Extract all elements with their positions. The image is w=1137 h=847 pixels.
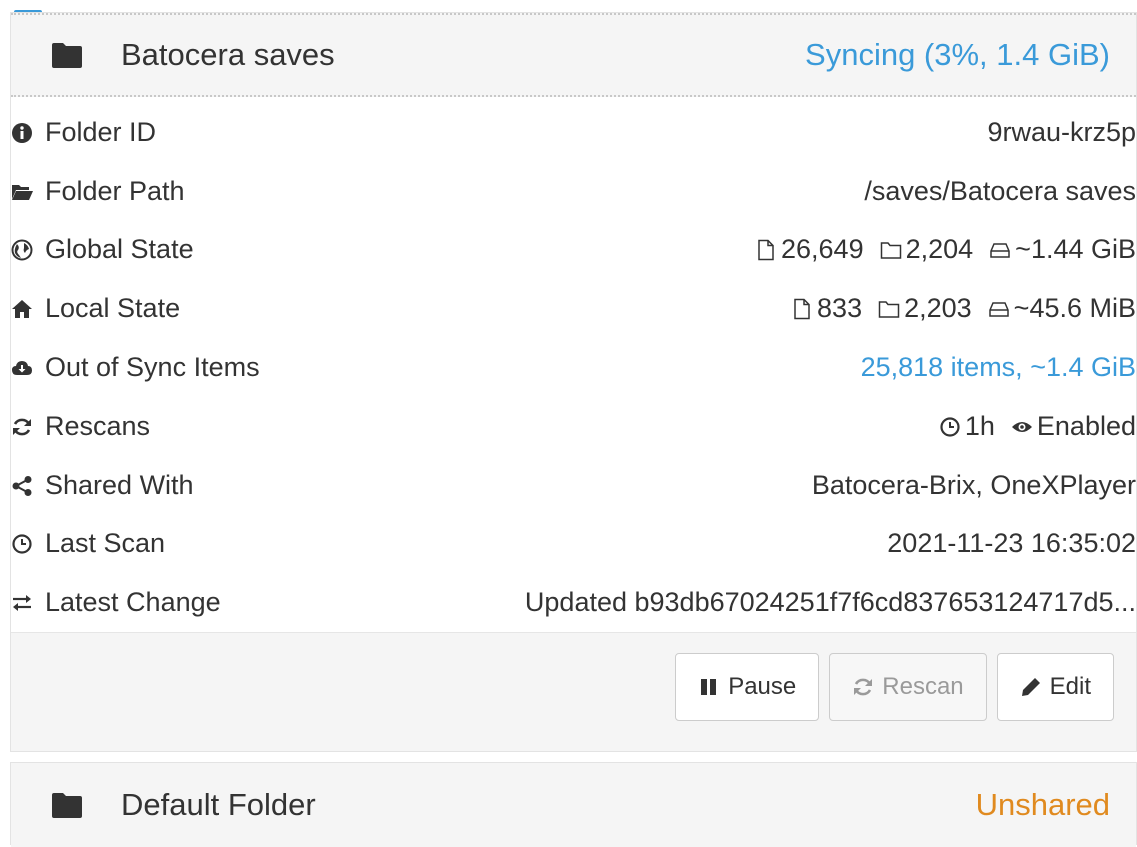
latest-change-value[interactable]: Updated b93db67024251f7f6cd837653124717d… bbox=[525, 587, 1136, 618]
folder-heading[interactable]: Batocera saves Syncing (3%, 1.4 GiB) bbox=[11, 13, 1136, 97]
folder-outline-icon bbox=[880, 242, 901, 260]
row-value: /saves/Batocera saves bbox=[864, 175, 1136, 206]
row-out-of-sync: Out of Sync Items 25,818 items, ~1.4 GiB bbox=[11, 338, 1136, 397]
cloud-download-icon bbox=[12, 361, 32, 376]
clock-icon bbox=[12, 534, 32, 555]
pencil-icon bbox=[1021, 678, 1040, 697]
folder-status: Syncing (3%, 1.4 GiB) bbox=[805, 37, 1110, 72]
refresh-icon bbox=[854, 678, 873, 696]
folder-panel-batocera-saves: Batocera saves Syncing (3%, 1.4 GiB) Fol… bbox=[10, 12, 1137, 752]
row-label: Folder Path bbox=[45, 175, 185, 206]
folder-status: Unshared bbox=[975, 787, 1110, 822]
row-value: 2021-11-23 16:35:02 bbox=[887, 528, 1136, 559]
global-file-count: 26,649 bbox=[781, 234, 864, 265]
file-icon bbox=[758, 240, 774, 261]
rescan-interval: 1h bbox=[964, 410, 995, 441]
row-label: Rescans bbox=[45, 410, 151, 441]
row-folder-id: Folder ID 9rwau-krz5p bbox=[11, 103, 1136, 162]
folder-open-icon bbox=[12, 184, 33, 200]
out-of-sync-link[interactable]: 25,818 items, ~1.4 GiB bbox=[861, 352, 1136, 382]
edit-button[interactable]: Edit bbox=[996, 653, 1114, 722]
local-file-count: 833 bbox=[817, 293, 863, 324]
watcher-status: Enabled bbox=[1036, 410, 1136, 441]
rescan-button[interactable]: Rescan bbox=[829, 653, 987, 722]
row-value: 1h Enabled bbox=[341, 397, 1136, 456]
local-size: ~45.6 MiB bbox=[1013, 293, 1136, 324]
folder-details: Folder ID 9rwau-krz5p Folder Path /saves… bbox=[11, 97, 1136, 633]
row-label: Folder ID bbox=[45, 116, 157, 147]
info-circle-icon bbox=[12, 122, 32, 143]
row-label: Out of Sync Items bbox=[45, 352, 260, 383]
row-value: 26,649 2,204 ~1.44 GiB bbox=[341, 221, 1136, 280]
clock-icon bbox=[940, 417, 960, 437]
row-latest-change: Latest Change Updated b93db67024251f7f6c… bbox=[11, 573, 1136, 632]
pause-button[interactable]: Pause bbox=[675, 653, 820, 722]
folder-title: Batocera saves bbox=[121, 37, 335, 72]
globe-icon bbox=[11, 239, 33, 261]
row-label: Global State bbox=[45, 234, 194, 265]
rescan-label: Rescan bbox=[882, 673, 964, 701]
home-icon bbox=[12, 300, 32, 319]
row-value: 9rwau-krz5p bbox=[987, 116, 1136, 147]
pause-label: Pause bbox=[728, 673, 797, 701]
row-shared-with: Shared With Batocera-Brix, OneXPlayer bbox=[11, 456, 1136, 515]
row-rescans: Rescans 1h Enabled bbox=[11, 397, 1136, 456]
global-dir-count: 2,204 bbox=[905, 234, 974, 265]
folder-title: Default Folder bbox=[121, 787, 316, 822]
folder-icon bbox=[52, 43, 82, 68]
pause-icon bbox=[701, 679, 717, 696]
row-value: Batocera-Brix, OneXPlayer bbox=[811, 469, 1136, 500]
global-size: ~1.44 GiB bbox=[1015, 234, 1136, 265]
row-folder-path: Folder Path /saves/Batocera saves bbox=[11, 162, 1136, 221]
share-icon bbox=[12, 475, 32, 496]
exchange-icon bbox=[13, 595, 31, 612]
folder-actions: Pause Rescan Edit bbox=[11, 632, 1136, 743]
hdd-icon bbox=[988, 302, 1009, 318]
row-label: Latest Change bbox=[45, 587, 221, 618]
file-icon bbox=[794, 299, 810, 320]
hdd-icon bbox=[990, 243, 1010, 259]
row-last-scan: Last Scan 2021-11-23 16:35:02 bbox=[11, 515, 1136, 574]
row-label: Last Scan bbox=[45, 528, 166, 559]
row-local-state: Local State 833 2,203 ~45.6 MiB bbox=[11, 279, 1136, 338]
refresh-icon bbox=[13, 418, 31, 436]
row-value: 833 2,203 ~45.6 MiB bbox=[341, 279, 1136, 338]
folder-icon bbox=[52, 793, 82, 818]
row-label: Local State bbox=[45, 293, 181, 324]
folder-outline-icon bbox=[878, 301, 900, 319]
folder-panel-default-folder: Default Folder Unshared bbox=[10, 762, 1137, 847]
local-dir-count: 2,203 bbox=[904, 293, 972, 324]
eye-icon bbox=[1011, 421, 1032, 432]
edit-label: Edit bbox=[1049, 673, 1091, 701]
folder-heading[interactable]: Default Folder Unshared bbox=[11, 763, 1136, 847]
row-label: Shared With bbox=[45, 469, 194, 500]
row-global-state: Global State 26,649 2,204 ~1.44 GiB bbox=[11, 221, 1136, 280]
